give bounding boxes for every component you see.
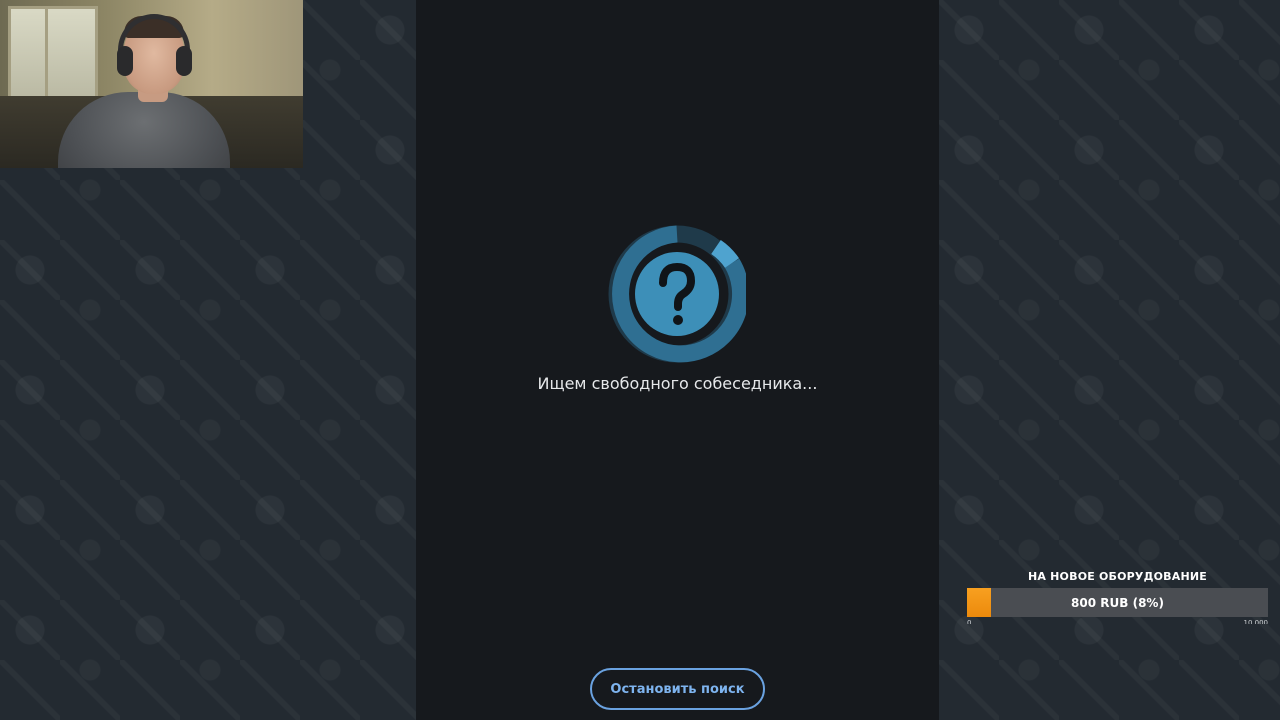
- headphone-right: [176, 46, 192, 76]
- donation-goal-title: НА НОВОЕ ОБОРУДОВАНИЕ: [1028, 570, 1207, 583]
- donation-goal-progress-label: 800 RUB (8%): [1071, 595, 1164, 610]
- stop-search-button[interactable]: Остановить поиск: [590, 668, 765, 710]
- page: Ищем свободного собеседника... Остановит…: [0, 0, 1280, 720]
- webcam-window-background: [8, 6, 98, 104]
- headphone-left: [117, 46, 133, 76]
- donation-goal-max-label: 10 000: [1243, 619, 1269, 624]
- search-spinner: [608, 225, 746, 363]
- donation-goal-min-label: 0: [967, 619, 972, 624]
- search-status-text: Ищем свободного собеседника...: [537, 374, 818, 393]
- donation-goal-progress-bar: 800 RUB (8%): [967, 588, 1268, 617]
- webcam-window-frame: [45, 6, 48, 98]
- webcam-overlay: [0, 0, 303, 168]
